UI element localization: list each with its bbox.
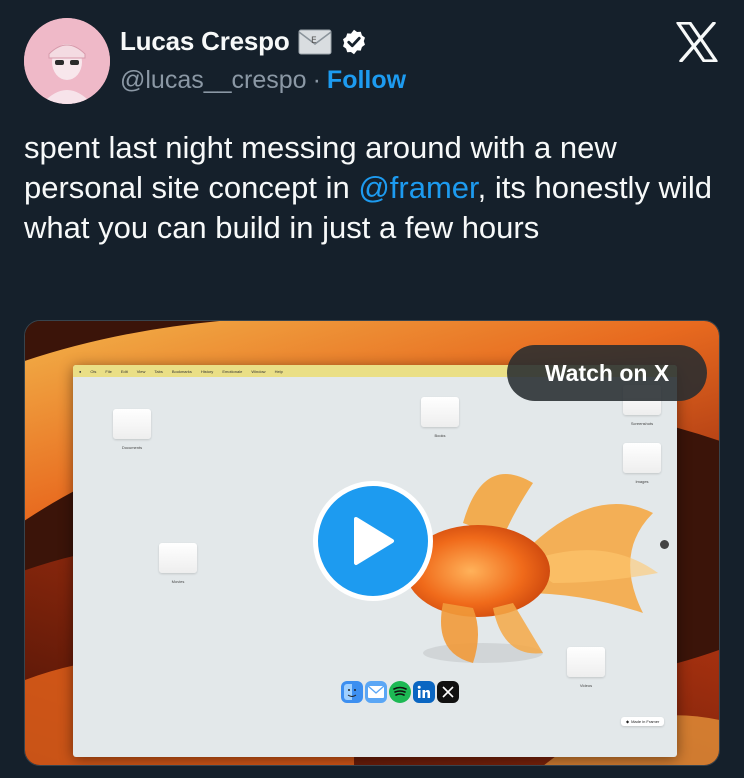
framer-icon: ◆ [626,719,630,724]
badge-label: Made in Framer [631,719,660,724]
menubar-item: View [136,368,146,374]
tweet-text: spent last night messing around with a n… [24,128,724,248]
menubar-item: Edit [120,368,128,374]
envelope-icon: E [298,28,332,56]
x-logo-icon[interactable] [676,22,718,62]
menubar-item: History [200,368,214,374]
menubar-item: File [105,368,112,374]
play-button[interactable] [313,481,433,601]
svg-text:E: E [311,36,317,46]
dock [341,681,459,703]
verified-badge-icon [340,27,370,57]
folder-icon [159,543,197,573]
author-name[interactable]: Lucas Crespo [120,26,290,57]
mention-link[interactable]: @framer [358,170,477,205]
author-name-row: Lucas Crespo E [120,26,370,57]
play-icon [354,517,394,565]
linkedin-icon [413,681,435,703]
folder-icon [113,409,151,439]
apple-icon: ● [79,368,82,374]
avatar[interactable] [24,18,110,104]
menubar-item: Bookmarks [171,368,192,374]
spotify-icon [389,681,411,703]
folder-label-screenshots: Screenshots [630,421,654,426]
video-media[interactable]: ● Ois File Edit View Tabs Bookmarks Hist… [24,320,720,766]
folder-label-documents: Documents [121,445,143,450]
menubar-item: Help [274,368,283,374]
watch-on-x-button[interactable]: Watch on X [507,345,707,401]
follow-button[interactable]: Follow [327,66,406,95]
handle-row: @lucas__crespo · Follow [120,66,406,95]
folder-icon [421,397,459,427]
edit-icon [660,540,669,549]
author-handle[interactable]: @lucas__crespo [120,66,307,95]
separator-dot: · [312,66,321,94]
goldfish-image [406,474,658,663]
made-in-framer-badge: ◆ Made in Framer [621,717,665,726]
menubar-item: Emotionale [222,368,243,374]
x-icon [437,681,459,703]
avatar-photo [24,18,110,104]
menubar-item: Window [251,368,266,374]
folder-label-movies: Movies [171,579,185,584]
mail-icon [365,681,387,703]
menubar-item: Ois [90,368,97,374]
folder-label-books: Books [434,433,446,438]
finder-icon [341,681,363,703]
menubar-item: Tabs [154,368,163,374]
